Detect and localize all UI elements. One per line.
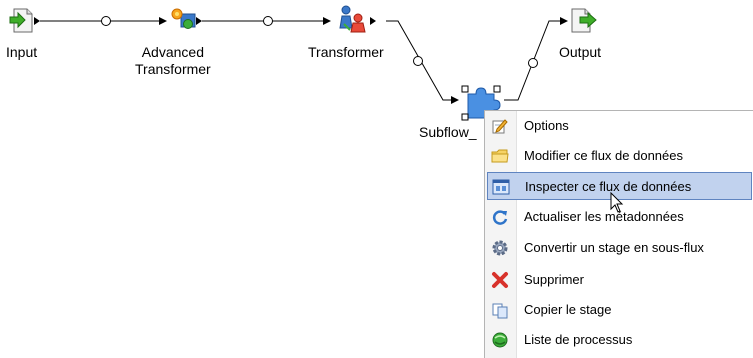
menu-item-label: Copier le stage (524, 302, 612, 317)
subflow-stage-label: Subflow_ (419, 124, 477, 140)
copy-icon (492, 303, 508, 319)
menu-item-process-list[interactable]: Liste de processus (487, 326, 752, 354)
menu-item-label: Inspecter ce flux de données (525, 179, 692, 194)
menu-item-label: Modifier ce flux de données (524, 148, 683, 163)
connector-input-advanced[interactable] (40, 16, 167, 26)
delete-x-icon (492, 272, 508, 288)
context-menu: Options Modifier ce flux de données Insp… (484, 110, 753, 358)
transformer-stage-label: Transformer (308, 44, 384, 60)
output-stage-icon[interactable] (571, 8, 597, 33)
connector-subflow-output[interactable] (504, 17, 568, 101)
connector-advanced-transformer[interactable] (202, 16, 331, 26)
output-stage-label: Output (559, 44, 602, 60)
menu-item-options[interactable]: Options (487, 112, 752, 140)
transformer-stage-icon[interactable] (339, 5, 376, 33)
menu-item-label: Convertir un stage en sous-flux (524, 240, 704, 255)
advanced-transformer-stage-label: Advanced Transformer (135, 44, 211, 77)
menu-item-delete[interactable]: Supprimer (487, 266, 752, 294)
menu-item-copy-stage[interactable]: Copier le stage (487, 296, 752, 324)
process-list-icon (492, 332, 508, 348)
input-stage-label: Input (6, 44, 38, 60)
refresh-icon (492, 210, 508, 225)
mouse-cursor-icon (610, 192, 624, 213)
advanced-transformer-stage-icon[interactable] (171, 8, 202, 29)
inspect-window-icon (492, 179, 510, 195)
gear-icon (492, 240, 508, 256)
connector-transformer-subflow[interactable] (386, 20, 459, 104)
menu-item-modify-flow[interactable]: Modifier ce flux de données (487, 142, 752, 170)
folder-icon (491, 149, 509, 163)
edit-options-icon (492, 119, 508, 134)
menu-item-label: Liste de processus (524, 332, 633, 347)
menu-item-label: Supprimer (524, 272, 584, 287)
menu-item-convert-to-subflow[interactable]: Convertir un stage en sous-flux (487, 234, 752, 262)
menu-item-label: Actualiser les métadonnées (524, 209, 684, 224)
input-stage-icon[interactable] (9, 8, 40, 33)
menu-item-label: Options (524, 118, 569, 133)
